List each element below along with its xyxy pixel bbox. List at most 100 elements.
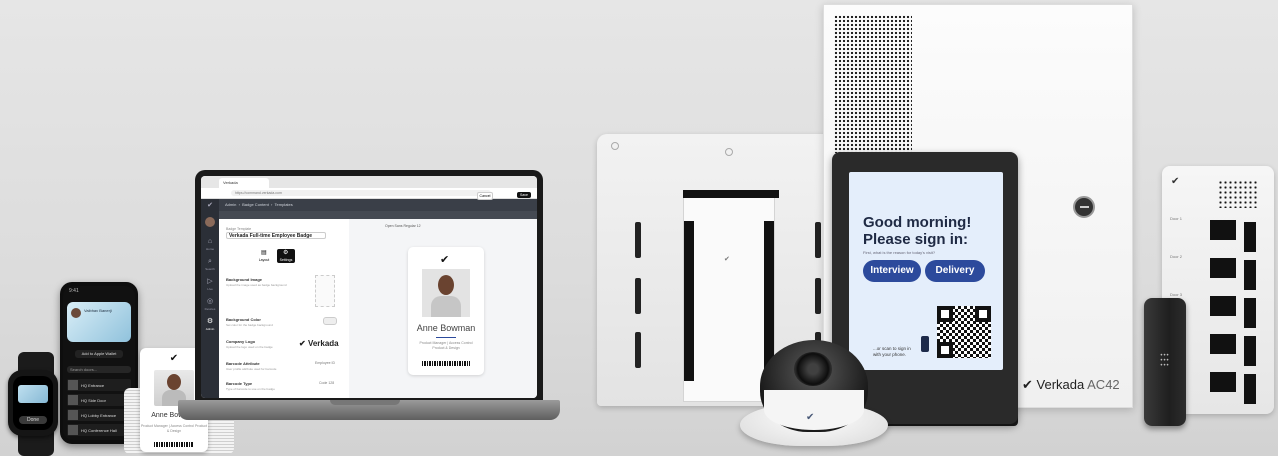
door-thumbnail [68, 380, 78, 390]
laptop-base-lip [330, 400, 400, 405]
save-button[interactable]: Save [517, 192, 531, 198]
browser-tabbar: Verkada [201, 176, 537, 193]
camera-notch [350, 170, 380, 175]
delivery-button[interactable]: Delivery [925, 260, 985, 282]
kiosk-greeting: Good morning! Please sign in: [863, 214, 972, 248]
sidebar-item-search[interactable]: Search [201, 267, 219, 271]
phone-search-input[interactable]: Search doors... [67, 366, 131, 373]
barcode-type-select[interactable]: Code 128 [319, 381, 334, 385]
laptop: Verkada https://command.verkada.com ✔ ⌂ … [195, 170, 543, 402]
section-heading: Background Color [226, 317, 261, 322]
camera-body [764, 390, 864, 430]
section-heading: Background Image [226, 277, 263, 282]
phone-door-list: HQ Entrance HQ Side Door HQ Lobby Entran… [67, 379, 131, 439]
section-description: User profile attribute used for barcode [226, 367, 277, 371]
cancel-button[interactable]: Cancel [477, 192, 493, 200]
badge-photo [422, 269, 470, 317]
sidebar-item-devices[interactable]: Devices [201, 307, 219, 311]
search-icon[interactable]: ⌕ [205, 257, 215, 267]
browser-tab[interactable]: Verkada [219, 178, 269, 188]
qr-code[interactable] [937, 306, 991, 358]
face [438, 275, 454, 295]
section-heading: Company Logo [226, 339, 256, 344]
kiosk-scan-text: ...or scan to sign in with your phone. [873, 346, 911, 357]
nav-item-badge-content[interactable]: Badge Content [242, 202, 269, 207]
screw-icon [611, 142, 619, 150]
terminal-row [1210, 334, 1268, 370]
barcode [422, 361, 470, 366]
lock-icon[interactable] [1073, 196, 1095, 218]
mount-slot [635, 332, 641, 368]
verkada-logo-icon: ✔ [440, 254, 450, 266]
status-leds [1218, 180, 1258, 208]
terminal-row [1210, 372, 1268, 408]
color-toggle[interactable] [323, 317, 337, 325]
barcode-attribute-select[interactable]: Employee ID [315, 361, 335, 365]
circuit-board: ✔ [683, 190, 775, 402]
tab-layout-label: Layout [258, 258, 270, 262]
door-label: Door 2 [1170, 254, 1183, 259]
image-upload-dropzone[interactable] [315, 275, 335, 307]
badge-preview: ✔ Anne Bowman Product Manager | Access C… [408, 247, 484, 375]
ac42-brand-label: ✔ Verkada AC42 [1022, 377, 1120, 393]
layout-icon: ▤ [261, 250, 267, 256]
divider [436, 337, 456, 338]
smartwatch: Done [8, 370, 58, 436]
template-name-input[interactable]: Verkada Full-time Employee Badge [226, 232, 326, 239]
app-header: Admin › Badge Content › Templates [219, 199, 537, 211]
verkada-logo-icon: ✔ [1171, 176, 1180, 187]
nav-item-templates[interactable]: Templates [275, 202, 293, 207]
tab-settings[interactable]: ⚙ Settings [277, 249, 295, 263]
gear-icon[interactable]: ⚙ [205, 317, 215, 327]
sidebar-item-home[interactable]: Home [201, 247, 219, 251]
door-label: HQ Lobby Entrance [81, 412, 117, 418]
live-icon[interactable]: ▷ [205, 277, 215, 287]
phone-icon [921, 336, 929, 352]
url-input[interactable]: https://command.verkada.com [231, 190, 491, 196]
list-item[interactable]: HQ Conference Hall [67, 424, 131, 436]
door-label: Door 3 [1170, 292, 1183, 297]
gear-icon: ⚙ [283, 250, 289, 256]
badge-title: Product Manager | Access Control Product… [140, 424, 208, 433]
section-description: Upload the logo used on the badge [226, 345, 273, 349]
sidebar-item-admin[interactable]: Admin [201, 327, 219, 331]
phone-card-name: Vaibhav Banerji [84, 308, 112, 313]
app-subheader [219, 211, 537, 219]
door-label: HQ Entrance [81, 382, 105, 388]
shoulders [431, 296, 461, 317]
list-item[interactable]: HQ Entrance [67, 379, 131, 391]
preview-name: Anne Bowman [416, 323, 476, 333]
tab-layout[interactable]: ▤ Layout [255, 249, 273, 263]
badge-preview-area: Cancel Save Open Sans Regular 12 ✔ Anne … [349, 192, 537, 398]
avatar [71, 308, 81, 318]
screw-icon [725, 148, 733, 156]
list-item[interactable]: HQ Lobby Entrance [67, 409, 131, 421]
mount-slot [635, 222, 641, 258]
interview-button[interactable]: Interview [863, 260, 921, 282]
door-thumbnail [68, 410, 78, 420]
watch-done-button[interactable]: Done [19, 416, 47, 424]
terminal-row [1210, 258, 1268, 294]
preview-title: Product Manager | Access Control Product… [419, 341, 473, 350]
list-item[interactable]: HQ Side Door [67, 394, 131, 406]
sidebar-item-live[interactable]: Live [201, 287, 219, 291]
nav-item-admin[interactable]: Admin [225, 202, 236, 207]
phone-badge-card[interactable]: Vaibhav Banerji [67, 302, 131, 342]
mount-slot [635, 278, 641, 314]
avatar[interactable] [205, 217, 215, 227]
door-label: HQ Conference Hall [81, 427, 117, 433]
model-name: AC42 [1087, 377, 1120, 392]
kiosk-screen: Good morning! Please sign in: First, wha… [849, 172, 1003, 370]
verkada-logo-icon: ✔ [1022, 377, 1033, 392]
door-label: Door 1 [1170, 216, 1183, 221]
company-logo-preview[interactable]: ✔ Verkada [299, 339, 339, 348]
tab-settings-label: Settings [279, 258, 293, 262]
add-to-wallet-button[interactable]: Add to Apple Wallet [75, 350, 123, 358]
terminal-block [684, 221, 694, 381]
mount-slot [815, 278, 821, 314]
template-editor-panel: Badge Template Verkada Full-time Employe… [219, 219, 349, 398]
section-heading: Barcode Attribute [226, 361, 260, 366]
home-icon[interactable]: ⌂ [205, 237, 215, 247]
text-toolbar[interactable]: Open Sans Regular 12 [385, 222, 535, 230]
devices-icon[interactable]: ◎ [205, 297, 215, 307]
